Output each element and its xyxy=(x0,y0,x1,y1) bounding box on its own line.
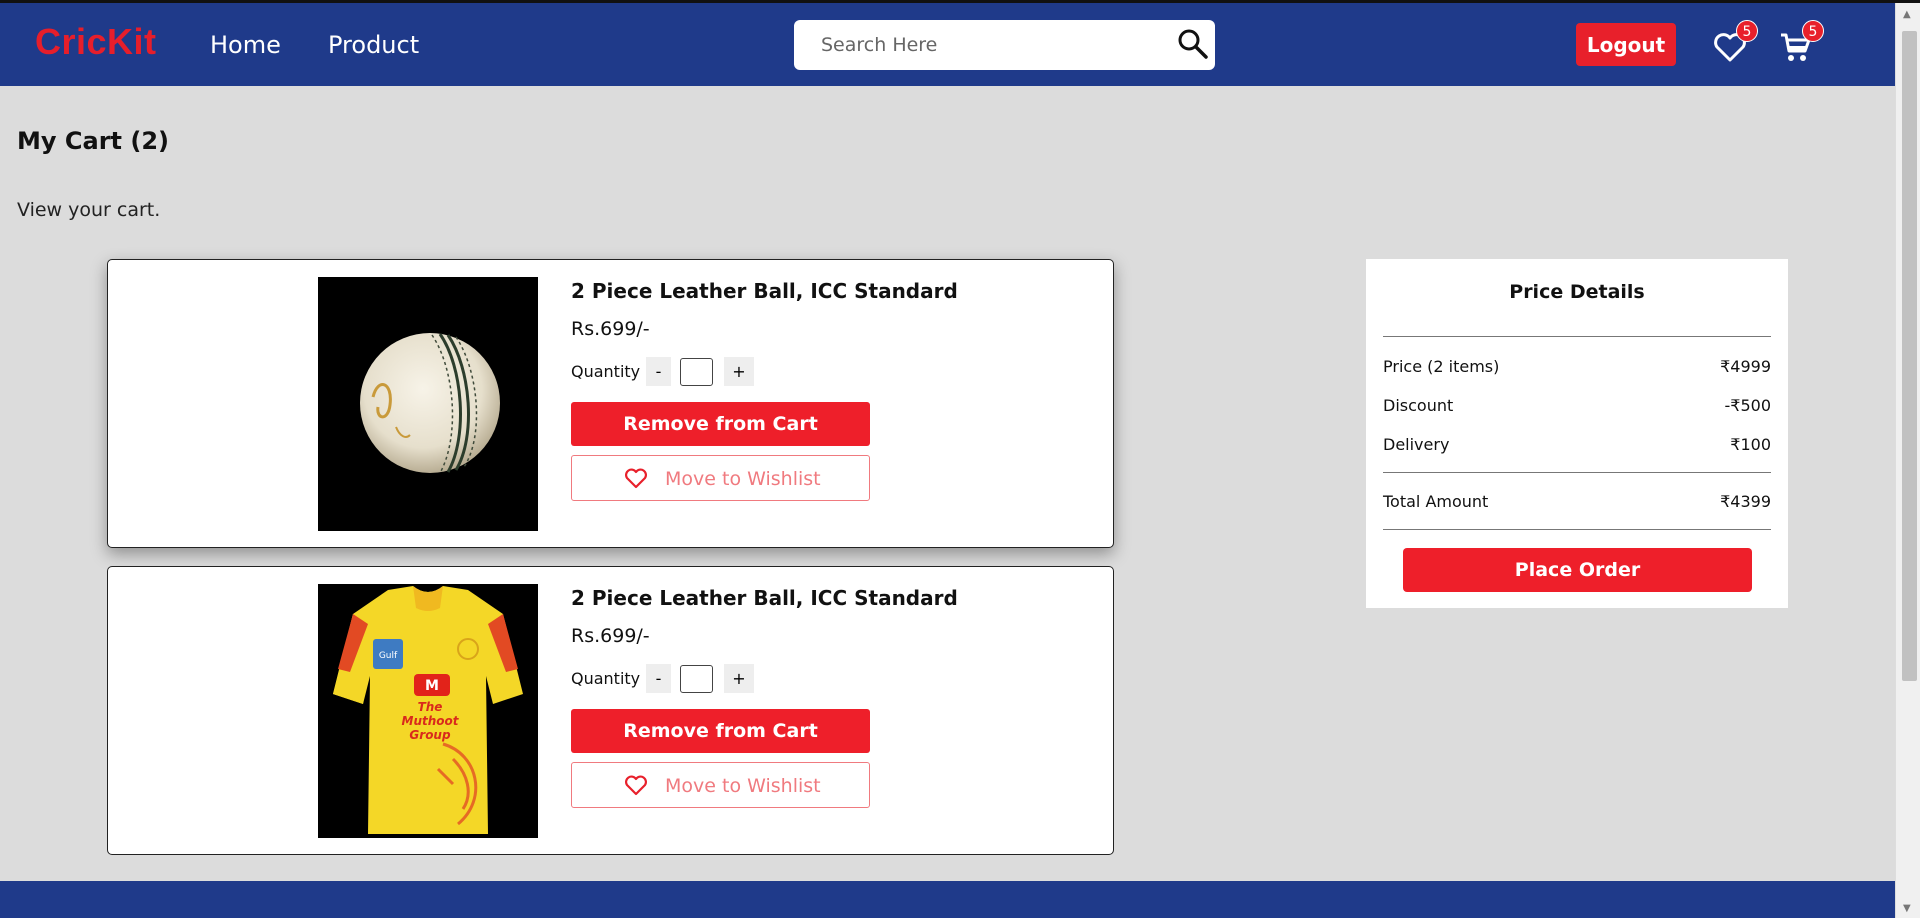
page-subtitle: View your cart. xyxy=(17,199,161,221)
product-title[interactable]: 2 Piece Leather Ball, ICC Standard xyxy=(571,586,958,610)
cart-item-card: Gulf M The Muthoot Group 2 Piece Leather… xyxy=(107,566,1114,855)
price-row-value: ₹4999 xyxy=(1720,357,1771,376)
cart-count-badge: 5 xyxy=(1802,20,1824,42)
scrollbar[interactable]: ▲ ▼ xyxy=(1895,3,1920,918)
wishlist-icon[interactable]: 5 xyxy=(1710,20,1758,67)
footer xyxy=(0,881,1895,918)
heart-icon xyxy=(625,468,647,489)
navbar: CricKit Home Product Logout 5 xyxy=(0,3,1895,86)
price-row-label: Price (2 items) xyxy=(1383,357,1500,376)
quantity-decrease-button[interactable]: - xyxy=(646,357,671,386)
scroll-down-arrow-icon[interactable]: ▼ xyxy=(1903,903,1911,914)
discount-label: Discount xyxy=(1383,396,1454,415)
jersey-badge-text: Gulf xyxy=(379,651,398,661)
nav-product-link[interactable]: Product xyxy=(328,31,419,59)
jersey-sponsor-line3: Group xyxy=(409,728,451,742)
total-amount-row: Total Amount ₹4399 xyxy=(1383,492,1771,511)
heart-icon xyxy=(625,775,647,796)
delivery-value: ₹100 xyxy=(1730,435,1771,454)
jersey-sponsor-line2: Muthoot xyxy=(402,714,460,728)
total-amount-value: ₹4399 xyxy=(1720,492,1771,511)
price-details-title: Price Details xyxy=(1509,281,1645,303)
quantity-decrease-button[interactable]: - xyxy=(646,664,671,693)
search-bar xyxy=(794,20,1215,70)
page-title: My Cart (2) xyxy=(17,127,169,155)
product-image-cricket-ball[interactable] xyxy=(318,277,538,531)
price-row: Price (2 items) ₹4999 xyxy=(1383,357,1771,376)
scrollbar-thumb[interactable] xyxy=(1902,31,1917,681)
quantity-input[interactable] xyxy=(680,358,713,386)
svg-text:M: M xyxy=(425,678,439,694)
page: CricKit Home Product Logout 5 xyxy=(0,0,1920,918)
move-to-wishlist-button[interactable]: Move to Wishlist xyxy=(571,455,870,501)
scroll-up-arrow-icon[interactable]: ▲ xyxy=(1903,9,1911,20)
cart-icon[interactable]: 5 xyxy=(1776,20,1824,67)
quantity-increase-button[interactable]: + xyxy=(724,664,754,693)
product-price: Rs.699/- xyxy=(571,625,650,647)
quantity-increase-button[interactable]: + xyxy=(724,357,754,386)
discount-value: -₹500 xyxy=(1724,396,1772,415)
move-to-wishlist-label: Move to Wishlist xyxy=(665,468,821,490)
logo[interactable]: CricKit xyxy=(35,21,157,63)
wishlist-count-badge: 5 xyxy=(1736,20,1758,42)
delivery-label: Delivery xyxy=(1383,435,1450,454)
product-image-jersey[interactable]: Gulf M The Muthoot Group xyxy=(318,584,538,838)
nav-home-link[interactable]: Home xyxy=(210,31,281,59)
delivery-row: Delivery ₹100 xyxy=(1383,435,1771,454)
logout-button[interactable]: Logout xyxy=(1576,23,1676,66)
cart-item-card: 2 Piece Leather Ball, ICC Standard Rs.69… xyxy=(107,259,1114,548)
remove-from-cart-button[interactable]: Remove from Cart xyxy=(571,402,870,446)
move-to-wishlist-label: Move to Wishlist xyxy=(665,775,821,797)
divider xyxy=(1383,336,1771,337)
jersey-sponsor-line1: The xyxy=(418,700,443,714)
search-icon[interactable] xyxy=(1173,25,1213,65)
place-order-button[interactable]: Place Order xyxy=(1403,548,1752,592)
discount-row: Discount -₹500 xyxy=(1383,396,1771,415)
price-details-panel: Price Details Price (2 items) ₹4999 Disc… xyxy=(1366,259,1788,608)
move-to-wishlist-button[interactable]: Move to Wishlist xyxy=(571,762,870,808)
search-input[interactable] xyxy=(794,20,1164,70)
quantity-label: Quantity xyxy=(571,362,641,381)
quantity-label: Quantity xyxy=(571,669,641,688)
divider xyxy=(1383,472,1771,473)
product-price: Rs.699/- xyxy=(571,318,650,340)
remove-from-cart-button[interactable]: Remove from Cart xyxy=(571,709,870,753)
product-title[interactable]: 2 Piece Leather Ball, ICC Standard xyxy=(571,279,958,303)
quantity-input[interactable] xyxy=(680,665,713,693)
total-amount-label: Total Amount xyxy=(1383,492,1489,511)
divider xyxy=(1383,529,1771,530)
